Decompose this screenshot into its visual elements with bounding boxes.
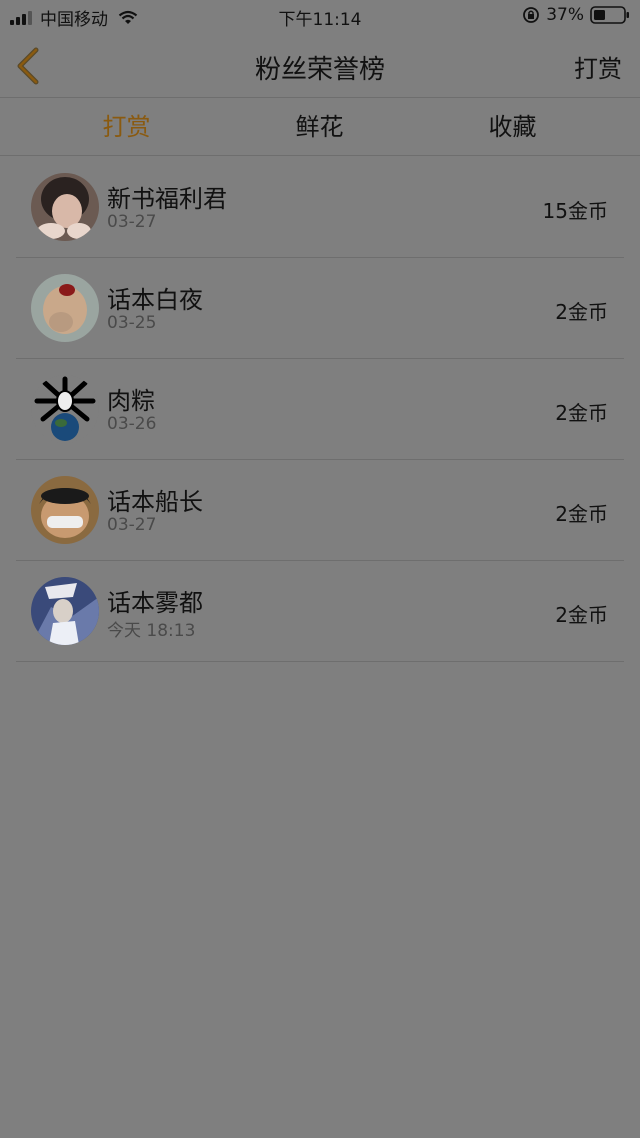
fan-date: 03-27 [107, 515, 157, 535]
avatar [31, 577, 99, 645]
battery-icon [590, 6, 629, 24]
fan-name: 话本雾都 [107, 589, 203, 617]
list-item[interactable]: 话本白夜 03-25 2金币 [16, 258, 624, 359]
avatar [31, 476, 99, 544]
list-item[interactable]: 新书福利君 03-27 15金币 [16, 157, 624, 258]
tab-bar: 打赏 鲜花 收藏 [0, 99, 640, 156]
rotation-lock-icon [523, 7, 540, 23]
nav-bar: 粉丝荣誉榜 打赏 [0, 32, 640, 98]
avatar [31, 274, 99, 342]
fan-amount: 2金币 [555, 401, 608, 425]
fan-date: 03-26 [107, 414, 157, 434]
fan-amount: 2金币 [555, 502, 608, 526]
avatar [31, 173, 99, 241]
page-title: 粉丝荣誉榜 [254, 55, 385, 85]
fan-name: 肉粽 [107, 387, 155, 415]
list-item[interactable]: 肉粽 03-26 2金币 [16, 359, 624, 460]
status-right: 37% [522, 5, 630, 25]
tab-reward[interactable]: 打赏 [30, 99, 223, 155]
avatar [31, 375, 99, 443]
fan-amount: 2金币 [555, 603, 608, 627]
fan-date: 03-27 [107, 212, 157, 232]
battery-percent: 37% [546, 5, 584, 25]
tab-favorites[interactable]: 收藏 [416, 99, 609, 155]
tab-flowers[interactable]: 鲜花 [223, 99, 416, 155]
fan-date: 03-25 [107, 313, 157, 333]
fan-amount: 15金币 [542, 199, 608, 223]
fan-list: 新书福利君 03-27 15金币 话本白夜 03-25 2金币 肉粽 03-26… [0, 157, 640, 662]
reward-button[interactable]: 打赏 [574, 49, 622, 84]
list-item[interactable]: 话本船长 03-27 2金币 [16, 460, 624, 561]
fan-name: 话本船长 [107, 488, 203, 516]
fan-amount: 2金币 [555, 300, 608, 324]
fan-name: 新书福利君 [107, 185, 227, 213]
fan-name: 话本白夜 [107, 286, 203, 314]
list-item[interactable]: 话本雾都 今天 18:13 2金币 [16, 561, 624, 662]
fan-date: 今天 18:13 [107, 621, 196, 641]
status-bar: 中国移动 下午11:14 37% [0, 0, 640, 32]
